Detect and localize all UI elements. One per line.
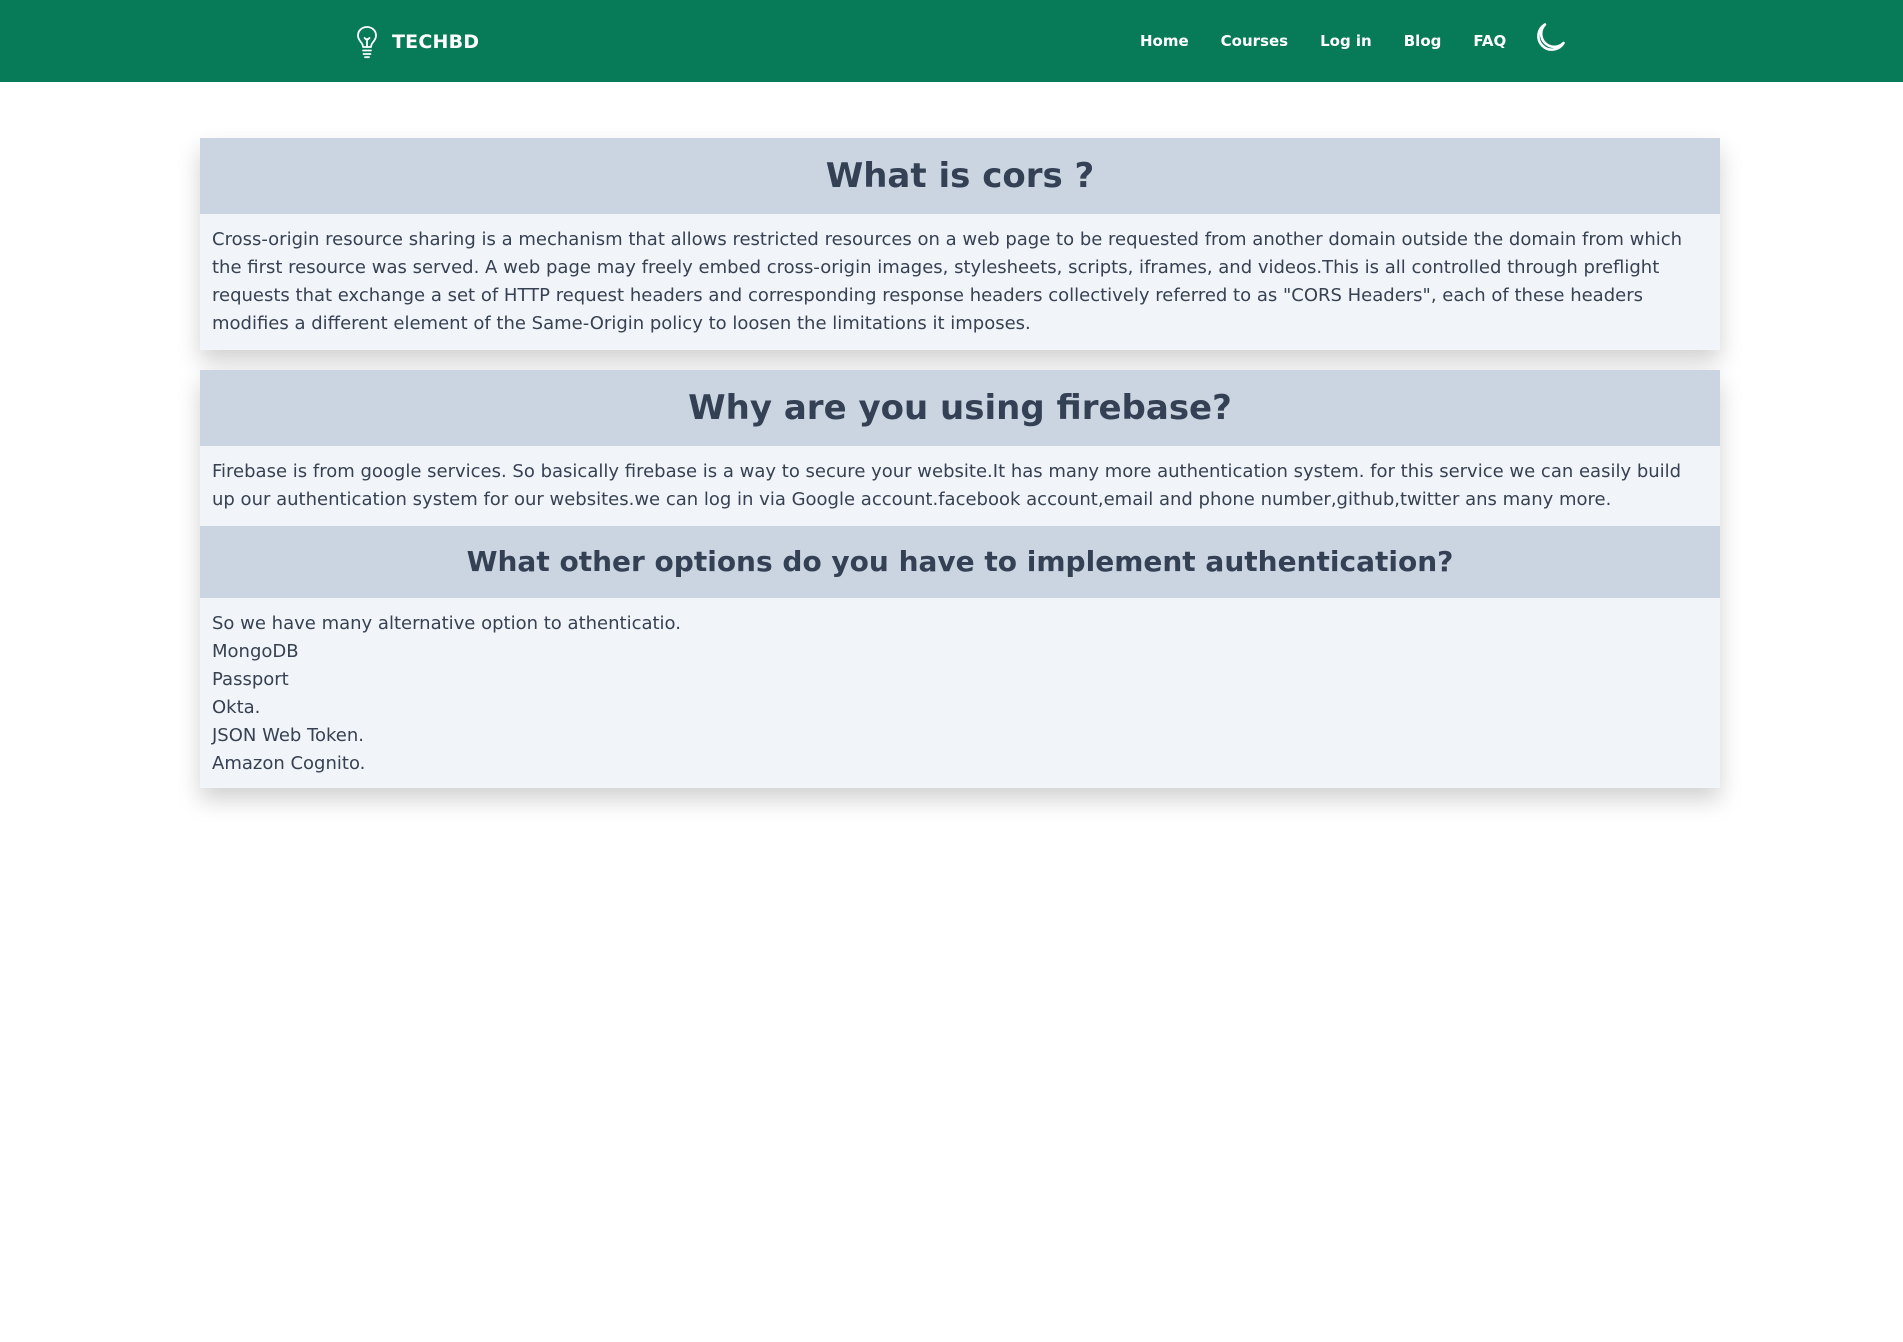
brand-name: TECHBD (392, 31, 480, 53)
answer-list-item: MongoDB (212, 641, 299, 662)
lightbulb-icon (357, 26, 377, 59)
answer-list-item: Passport (212, 669, 289, 690)
answer-list-item: JSON Web Token. (212, 725, 364, 746)
nav-link-blog[interactable]: Blog (1404, 29, 1442, 53)
nav-link-courses[interactable]: Courses (1221, 29, 1288, 53)
answer-list-item: Amazon Cognito. (212, 753, 366, 774)
question-heading: What other options do you have to implem… (200, 526, 1720, 598)
nav-link-faq[interactable]: FAQ (1473, 29, 1506, 53)
moon-icon (1537, 23, 1565, 51)
answer-list: So we have many alternative option to at… (200, 598, 1720, 788)
faq-content: What is cors ? Cross-origin resource sha… (200, 138, 1720, 788)
navbar: TECHBD Home Courses Log in Blog FAQ (0, 0, 1903, 82)
nav-link-home[interactable]: Home (1140, 29, 1189, 53)
answer-text: Cross-origin resource sharing is a mecha… (212, 229, 1683, 334)
faq-card-cors: What is cors ? Cross-origin resource sha… (200, 138, 1720, 350)
question-heading: Why are you using firebase? (200, 370, 1720, 446)
faq-card-firebase: Why are you using firebase? Firebase is … (200, 370, 1720, 788)
theme-toggle-button[interactable] (1532, 20, 1568, 56)
question-heading: What is cors ? (200, 138, 1720, 214)
brand-logo-link[interactable]: TECHBD (354, 24, 479, 60)
answer-text: Firebase is from google services. So bas… (212, 461, 1682, 510)
nav-link-login[interactable]: Log in (1320, 29, 1372, 53)
answer-list-item: Okta. (212, 697, 261, 718)
nav-menu: Home Courses Log in Blog FAQ (1140, 29, 1506, 53)
answer-intro: So we have many alternative option to at… (212, 613, 681, 634)
